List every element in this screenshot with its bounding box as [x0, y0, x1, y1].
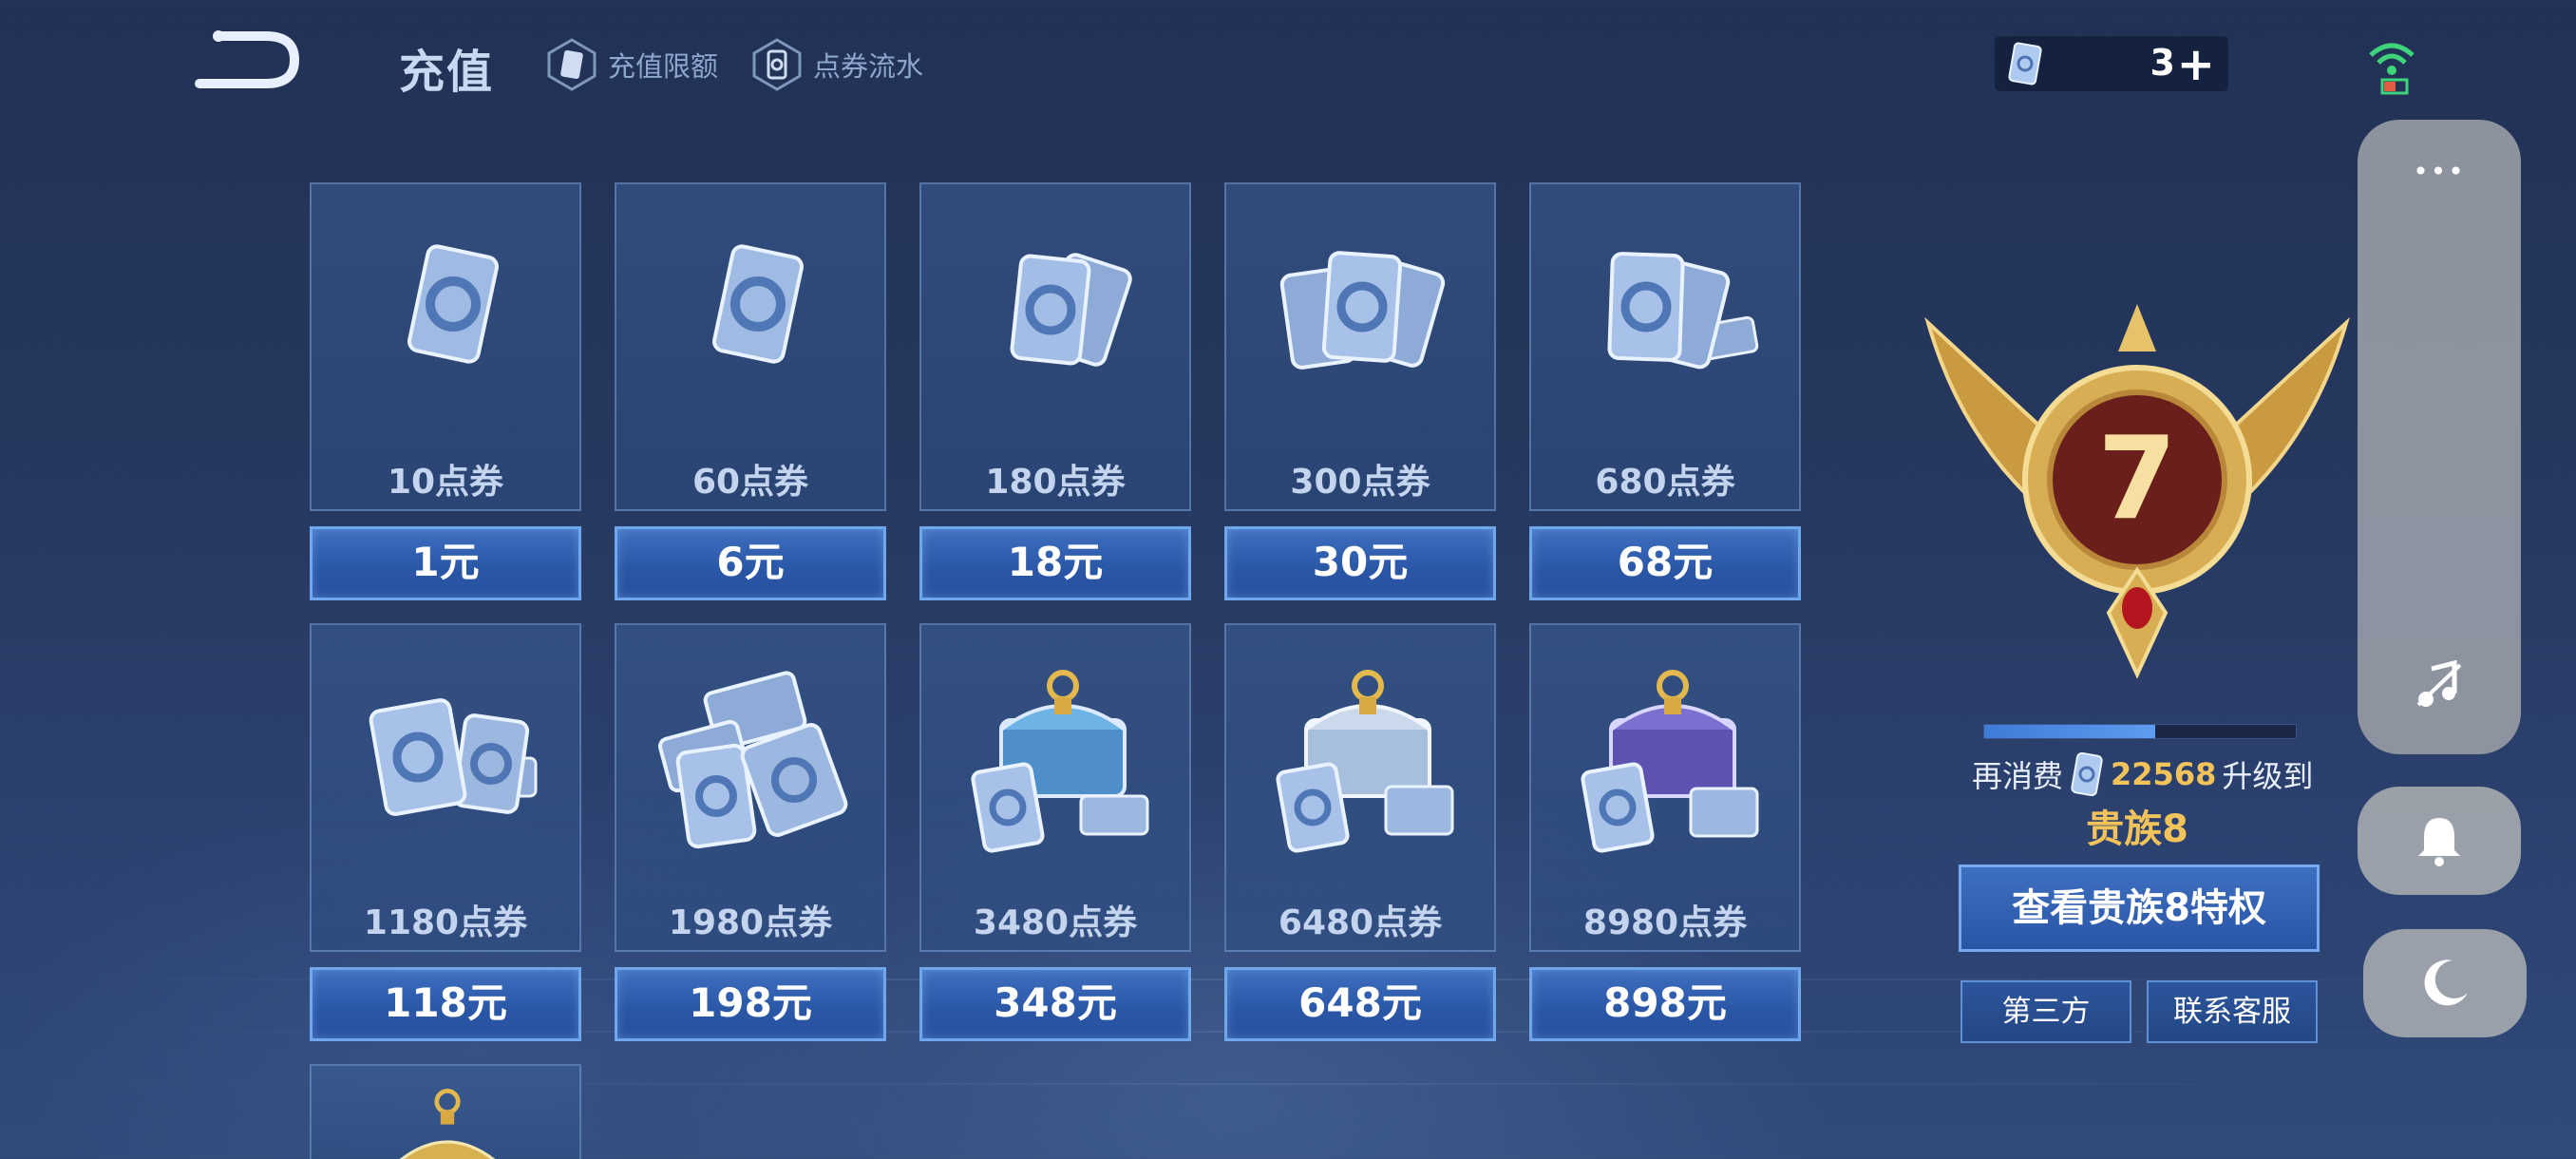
- coupon-stack-icon: [1607, 252, 1759, 370]
- noble-progress-bar: [1983, 724, 2297, 739]
- package-amount: 680点券: [1595, 463, 1735, 502]
- coupon-stack-icon: [1279, 251, 1446, 370]
- bell-icon: [2418, 818, 2460, 866]
- package-amount: 1180点券: [363, 903, 528, 942]
- coupon-flow-label: 点券流水: [813, 50, 924, 83]
- treasure-chest-icon: [971, 670, 1149, 853]
- coupon-stack-icon: [1010, 253, 1132, 367]
- coupon-icon: [2008, 42, 2042, 86]
- package-amount: 10点券: [387, 463, 504, 502]
- add-coupon-button[interactable]: +: [2177, 38, 2215, 91]
- noble-progress-fill: [1984, 725, 2156, 738]
- price-button[interactable]: 348元: [919, 967, 1191, 1041]
- treasure-chest-icon: [1581, 670, 1759, 853]
- package-card[interactable]: 60点券: [615, 182, 886, 511]
- package-card[interactable]: 6480点券: [1224, 623, 1496, 952]
- moon-icon: [2424, 960, 2468, 1006]
- coupon-pile-icon: [369, 698, 538, 816]
- package-card[interactable]: 680点券: [1529, 182, 1801, 511]
- price-button[interactable]: 198元: [615, 967, 886, 1041]
- floating-toolbar: •••: [2358, 120, 2521, 754]
- recharge-limit-label: 充值限额: [608, 50, 719, 83]
- package-card[interactable]: 8980点券: [1529, 623, 1801, 952]
- third-party-button[interactable]: 第三方: [1960, 980, 2131, 1043]
- price-button[interactable]: 1元: [310, 526, 581, 600]
- package-amount: 300点券: [1290, 463, 1430, 502]
- coupon-card-icon: [407, 244, 499, 364]
- upgrade-hint: 再消费 22568 升级到: [1972, 750, 2313, 798]
- wifi-icon: [2369, 43, 2415, 95]
- package-card[interactable]: 300点券: [1224, 182, 1496, 511]
- price-button[interactable]: 6元: [615, 526, 886, 600]
- package-card[interactable]: 3480点券: [919, 623, 1191, 952]
- back-arrow-icon: [195, 30, 300, 88]
- price-button[interactable]: 118元: [310, 967, 581, 1041]
- view-privileges-button[interactable]: 查看贵族8特权: [1959, 864, 2320, 952]
- package-amount: 1980点券: [668, 903, 833, 942]
- noble-badge-icon: 7: [1924, 304, 2350, 679]
- night-mode-button[interactable]: [2363, 929, 2527, 1037]
- package-card[interactable]: 1180点券: [310, 623, 581, 952]
- price-button[interactable]: 30元: [1224, 526, 1496, 600]
- package-amount: 60点券: [691, 463, 809, 502]
- noble-level-number: 7: [2097, 413, 2177, 545]
- package-card[interactable]: 1980点券: [615, 623, 886, 952]
- page-title: 充值: [399, 46, 495, 99]
- price-button[interactable]: 68元: [1529, 526, 1801, 600]
- music-off-icon[interactable]: [2411, 656, 2468, 712]
- package-amount: 6480点券: [1278, 903, 1443, 942]
- contact-service-button[interactable]: 联系客服: [2147, 980, 2318, 1043]
- package-amount: 8980点券: [1582, 903, 1748, 942]
- upgrade-suffix: 升级到: [2222, 758, 2314, 794]
- treasure-chest-icon: [1276, 670, 1454, 853]
- coupon-card-icon: [712, 244, 804, 364]
- back-button[interactable]: [190, 27, 304, 93]
- price-button[interactable]: 18元: [919, 526, 1191, 600]
- treasure-chest-icon: [399, 1089, 496, 1159]
- card-icon: [547, 38, 597, 91]
- recharge-limit-link[interactable]: 充值限额: [545, 38, 718, 91]
- upgrade-prefix: 再消费: [1972, 758, 2064, 794]
- coupon-balance: 3 +: [1995, 36, 2228, 91]
- package-card[interactable]: 180点券: [919, 182, 1191, 511]
- package-card[interactable]: [310, 1064, 581, 1159]
- coupon-flow-link[interactable]: 点券流水: [750, 38, 923, 91]
- package-amount: 3480点券: [973, 903, 1138, 942]
- next-noble-level: 贵族8: [2086, 808, 2188, 851]
- package-card[interactable]: 10点券: [310, 182, 581, 511]
- coupon-balance-value: 3: [2150, 42, 2175, 84]
- coupon-pile-icon: [657, 671, 848, 849]
- price-button[interactable]: 898元: [1529, 967, 1801, 1041]
- coupon-icon: [752, 38, 802, 91]
- notification-button[interactable]: [2358, 787, 2521, 895]
- upgrade-remaining: 22568: [2111, 756, 2217, 792]
- price-button[interactable]: 648元: [1224, 967, 1496, 1041]
- package-amount: 180点券: [985, 463, 1126, 502]
- coupon-icon: [2071, 751, 2103, 797]
- more-options-icon[interactable]: •••: [2358, 156, 2521, 187]
